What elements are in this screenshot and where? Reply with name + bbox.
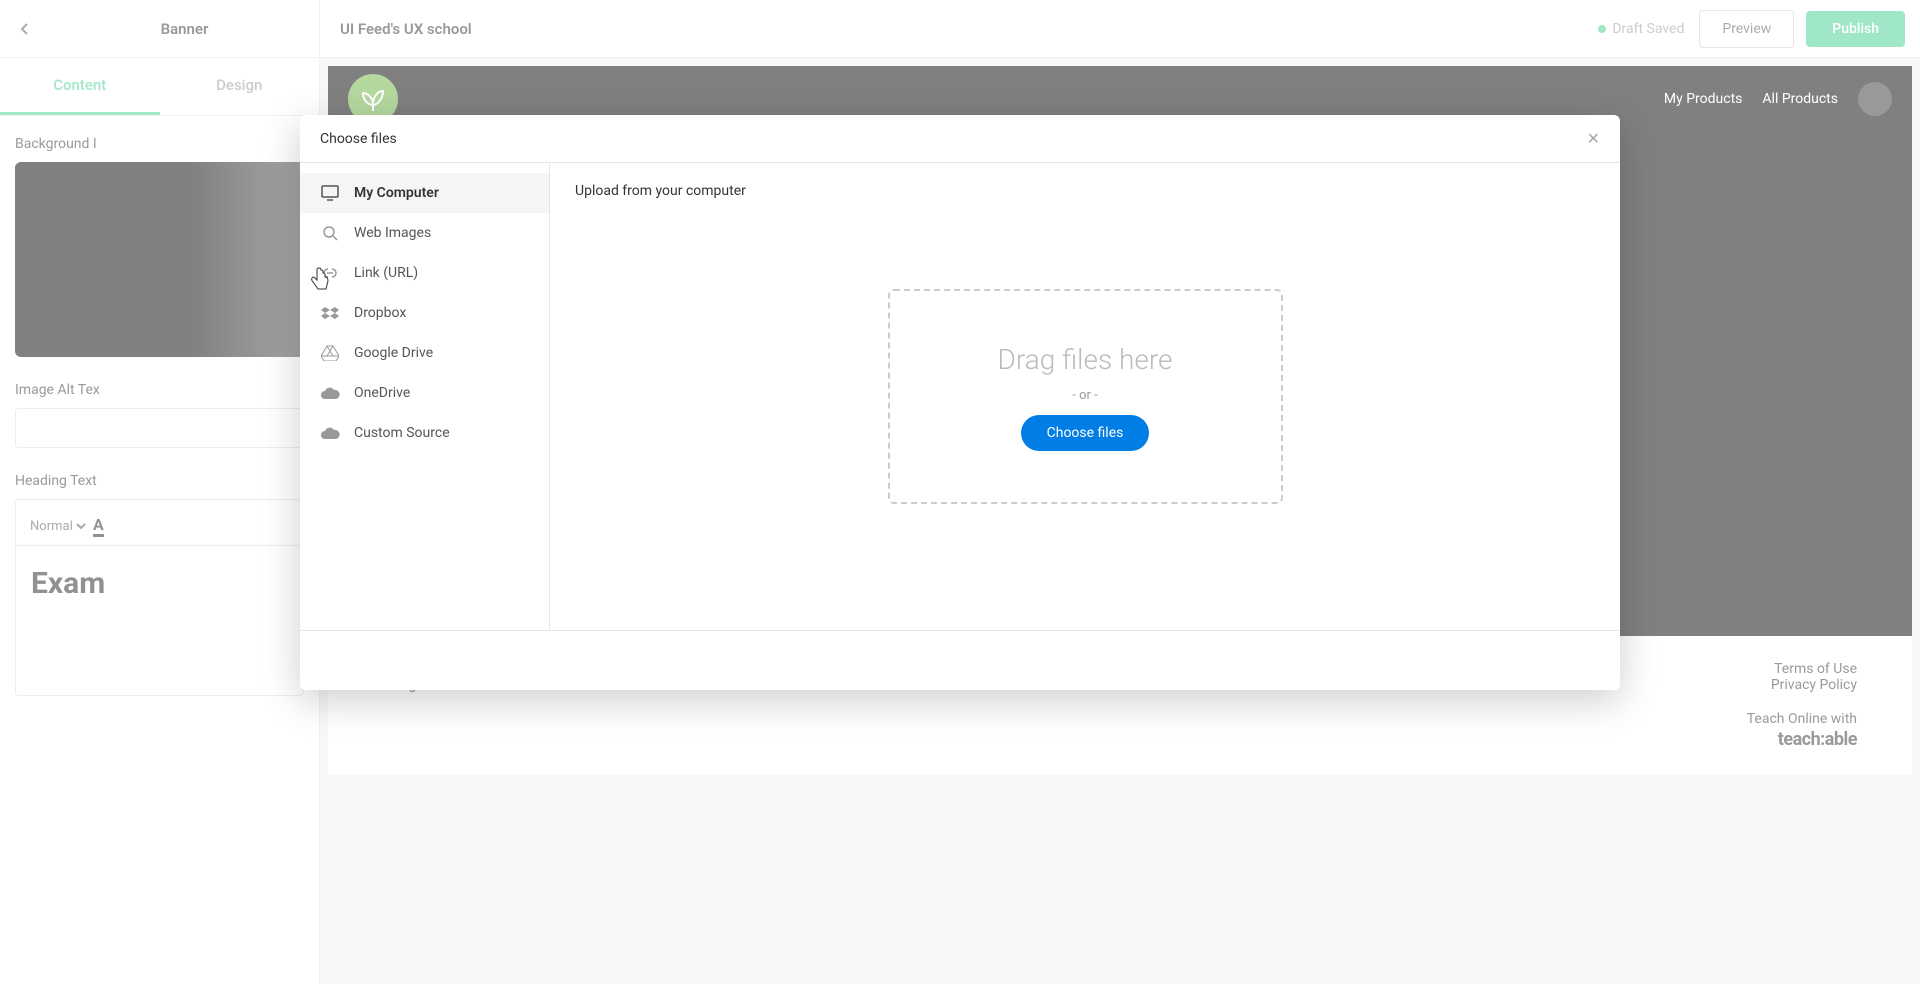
- upload-area: Upload from your computer Drag files her…: [550, 163, 1620, 630]
- dropzone-title: Drag files here: [998, 343, 1173, 376]
- source-link-url[interactable]: Link (URL): [300, 253, 549, 293]
- close-icon: ✕: [1587, 129, 1600, 148]
- file-dropzone[interactable]: Drag files here - or - Choose files: [888, 289, 1283, 504]
- dropbox-icon: [320, 303, 340, 323]
- source-label: Custom Source: [354, 425, 450, 441]
- choose-files-button[interactable]: Choose files: [1021, 415, 1150, 451]
- source-label: My Computer: [354, 185, 439, 201]
- monitor-icon: [320, 183, 340, 203]
- search-icon: [320, 223, 340, 243]
- dropzone-or-text: - or -: [1072, 388, 1097, 403]
- source-label: Web Images: [354, 225, 431, 241]
- modal-close-button[interactable]: ✕: [1587, 129, 1600, 148]
- source-dropbox[interactable]: Dropbox: [300, 293, 549, 333]
- cloud-icon: [320, 423, 340, 443]
- source-web-images[interactable]: Web Images: [300, 213, 549, 253]
- modal-title: Choose files: [320, 131, 397, 147]
- file-picker-modal-backdrop: Choose files ✕ My Computer Web Images Li…: [0, 0, 1920, 984]
- source-google-drive[interactable]: Google Drive: [300, 333, 549, 373]
- modal-footer: [300, 630, 1620, 690]
- link-icon: [320, 263, 340, 283]
- modal-header: Choose files ✕: [300, 115, 1620, 163]
- onedrive-icon: [320, 383, 340, 403]
- file-source-sidebar: My Computer Web Images Link (URL) Dropbo…: [300, 163, 550, 630]
- source-label: OneDrive: [354, 385, 410, 401]
- source-my-computer[interactable]: My Computer: [300, 173, 549, 213]
- file-picker-modal: Choose files ✕ My Computer Web Images Li…: [300, 115, 1620, 690]
- upload-heading: Upload from your computer: [575, 183, 1595, 199]
- source-label: Google Drive: [354, 345, 433, 361]
- source-label: Link (URL): [354, 265, 418, 281]
- google-drive-icon: [320, 343, 340, 363]
- source-onedrive[interactable]: OneDrive: [300, 373, 549, 413]
- source-label: Dropbox: [354, 305, 406, 321]
- modal-body: My Computer Web Images Link (URL) Dropbo…: [300, 163, 1620, 630]
- source-custom[interactable]: Custom Source: [300, 413, 549, 453]
